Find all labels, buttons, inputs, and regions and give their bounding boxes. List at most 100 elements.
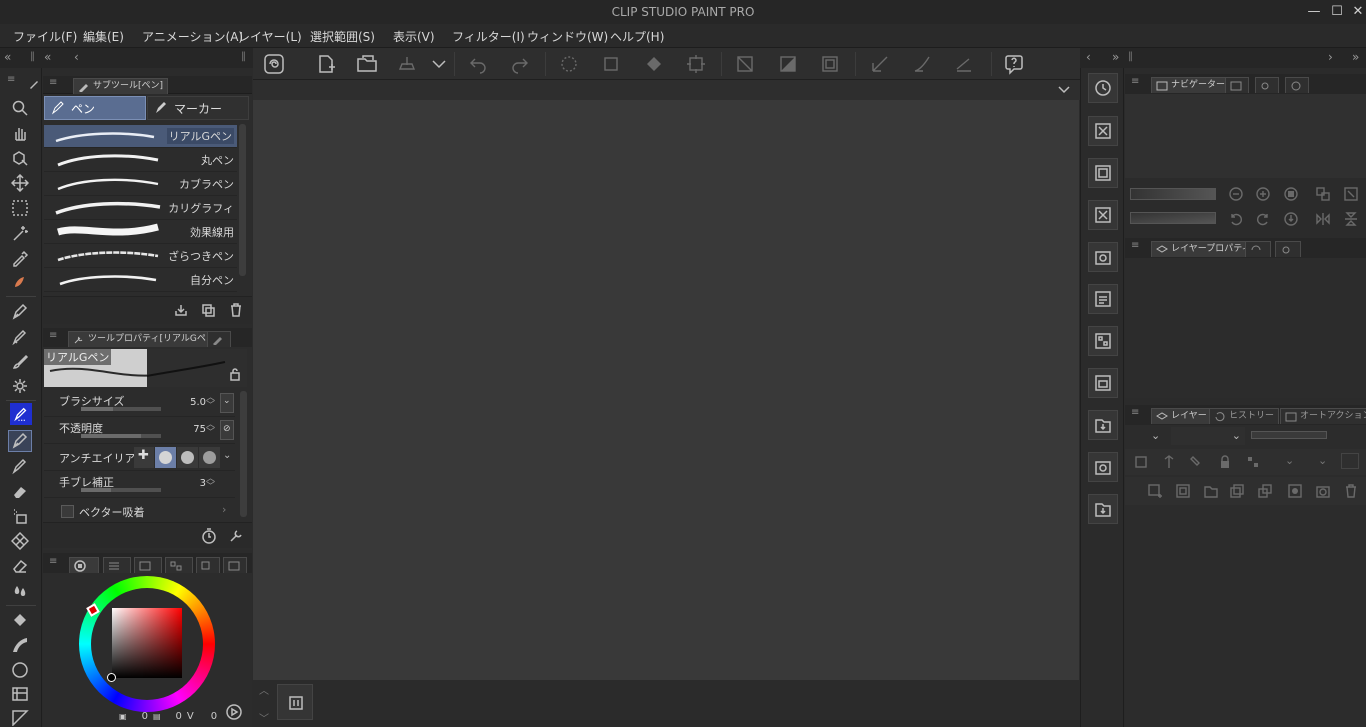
- tab-auto-action[interactable]: オートアクション: [1280, 408, 1366, 424]
- fill-icon[interactable]: [643, 53, 665, 75]
- grip-icon-2[interactable]: ‖: [241, 51, 246, 62]
- quick-access-item[interactable]: [1088, 73, 1118, 103]
- tab-navigator[interactable]: ナビゲーター: [1151, 77, 1231, 93]
- undo-icon[interactable]: [467, 53, 489, 75]
- chevron-right-icon[interactable]: ›: [1328, 50, 1333, 64]
- frame-tool[interactable]: [8, 683, 32, 705]
- rotate-left-icon[interactable]: [1228, 211, 1244, 227]
- transfer-down-icon[interactable]: [1229, 483, 1245, 499]
- quick-access-item[interactable]: [1088, 284, 1118, 314]
- tab-color-wheel[interactable]: [69, 557, 99, 573]
- collapse-left-icon-2[interactable]: «: [44, 50, 51, 64]
- trash-icon[interactable]: [229, 303, 243, 317]
- quick-access-item[interactable]: [1088, 368, 1118, 398]
- panel-menu-icon[interactable]: ≡: [1131, 240, 1139, 251]
- flip-vertical-icon[interactable]: [1343, 211, 1359, 227]
- decoration-tool[interactable]: [8, 375, 32, 397]
- dropdown-icon[interactable]: [428, 53, 450, 75]
- lock-transparent-icon[interactable]: [1245, 454, 1261, 470]
- chevron-right-icon[interactable]: ›: [222, 503, 226, 516]
- rotate-right-icon[interactable]: [1255, 211, 1271, 227]
- opacity-slider[interactable]: [81, 434, 161, 438]
- snap-icon[interactable]: [911, 53, 933, 75]
- collapse-left-icon[interactable]: «: [4, 50, 11, 64]
- expand-right-icon[interactable]: »: [1112, 50, 1119, 64]
- menu-help[interactable]: ヘルプ(H): [610, 28, 664, 45]
- tab-color-history[interactable]: [223, 557, 247, 573]
- tab-brush-edit[interactable]: [207, 331, 231, 347]
- chevron-down-icon[interactable]: ⌄: [223, 450, 231, 461]
- chevron-down-icon[interactable]: ⌄: [1318, 454, 1327, 467]
- timeline-button[interactable]: [277, 684, 313, 720]
- flip-horizontal-icon[interactable]: [1315, 211, 1331, 227]
- pen-tool[interactable]: [8, 301, 32, 323]
- reset-rotation-icon[interactable]: [1283, 211, 1299, 227]
- grip-icon[interactable]: ‖: [1128, 51, 1133, 62]
- list-item[interactable]: カリグラフィ: [44, 197, 237, 220]
- brush-tool[interactable]: [8, 351, 32, 373]
- minimize-button[interactable]: —: [1304, 3, 1324, 21]
- pencil-tool[interactable]: [8, 326, 32, 348]
- list-item[interactable]: 自分ペン: [44, 269, 237, 292]
- zoom-slider[interactable]: [1130, 188, 1216, 200]
- menu-window[interactable]: ウィンドウ(W): [527, 28, 608, 45]
- pen-tool-selected[interactable]: [8, 430, 32, 452]
- draft-layer-icon[interactable]: [1189, 454, 1205, 470]
- export-icon[interactable]: [396, 53, 418, 75]
- chevron-left-icon[interactable]: ‹: [74, 50, 79, 64]
- hand-tool[interactable]: [8, 122, 32, 144]
- chevron-down-icon[interactable]: ﹀: [259, 710, 269, 725]
- expand-right-icon-2[interactable]: »: [1352, 50, 1359, 64]
- quick-access-item[interactable]: [1088, 326, 1118, 356]
- eyedropper-tool[interactable]: [8, 247, 32, 269]
- crop-icon[interactable]: [819, 53, 841, 75]
- vector-snap-checkbox[interactable]: [61, 505, 74, 518]
- ruler-tool[interactable]: [8, 706, 32, 727]
- deselect-icon[interactable]: [734, 53, 756, 75]
- active-subtool-button[interactable]: [10, 403, 32, 425]
- subtool-scrollbar[interactable]: [239, 124, 246, 276]
- menu-file[interactable]: ファイル(F): [13, 28, 77, 45]
- ruler-icon[interactable]: [869, 53, 891, 75]
- open-folder-icon[interactable]: [356, 53, 378, 75]
- reference-layer-icon[interactable]: [1161, 454, 1177, 470]
- apply-mask-icon[interactable]: [1315, 483, 1331, 499]
- move-tool[interactable]: [8, 172, 32, 194]
- menu-edit[interactable]: 編集(E): [83, 28, 124, 45]
- stepper-icon[interactable]: ︿ ﹀: [206, 394, 215, 411]
- transform-icon[interactable]: [685, 53, 707, 75]
- play-circle-icon[interactable]: [226, 704, 242, 720]
- grip-icon[interactable]: ‖: [30, 51, 35, 62]
- color-mixing-tool[interactable]: [8, 271, 32, 293]
- tab-layer-property[interactable]: レイヤープロパティ: [1151, 241, 1256, 257]
- tab-color-slider[interactable]: [103, 557, 131, 573]
- list-item[interactable]: カブラペン: [44, 173, 237, 196]
- eraser-tool[interactable]: [8, 480, 32, 502]
- antialias-medium-button[interactable]: [177, 447, 198, 468]
- quick-access-item[interactable]: [1088, 410, 1118, 440]
- list-item[interactable]: リアルGペン: [44, 125, 237, 148]
- zoom-tool[interactable]: [8, 97, 32, 119]
- new-file-icon[interactable]: [315, 53, 337, 75]
- marker-tool[interactable]: [8, 455, 32, 477]
- menu-view[interactable]: 表示(V): [393, 28, 435, 45]
- tab-search[interactable]: [1255, 77, 1279, 93]
- figure-tool[interactable]: [8, 659, 32, 681]
- lock-icon[interactable]: [229, 367, 241, 381]
- tab-marker[interactable]: マーカー: [147, 96, 249, 120]
- quick-access-item[interactable]: [1088, 158, 1118, 188]
- help-icon[interactable]: [1003, 53, 1025, 75]
- brush-size-value[interactable]: 5.0: [184, 397, 206, 408]
- tab-tool-property[interactable]: ツールプロパティ[リアルGペン]: [68, 331, 224, 347]
- tab-layer-search[interactable]: [1245, 241, 1271, 257]
- new-vector-layer-icon[interactable]: [1175, 483, 1191, 499]
- sv-handle[interactable]: [107, 673, 116, 682]
- tab-approx-color[interactable]: [196, 557, 220, 573]
- list-item[interactable]: 丸ペン: [44, 149, 237, 172]
- selection-tool[interactable]: [8, 197, 32, 219]
- brush-size-slider[interactable]: [81, 407, 161, 411]
- mask-icon[interactable]: [1287, 483, 1303, 499]
- fit-icon[interactable]: [1283, 186, 1299, 202]
- fit-window-icon[interactable]: [1343, 186, 1359, 202]
- quick-access-item[interactable]: [1088, 116, 1118, 146]
